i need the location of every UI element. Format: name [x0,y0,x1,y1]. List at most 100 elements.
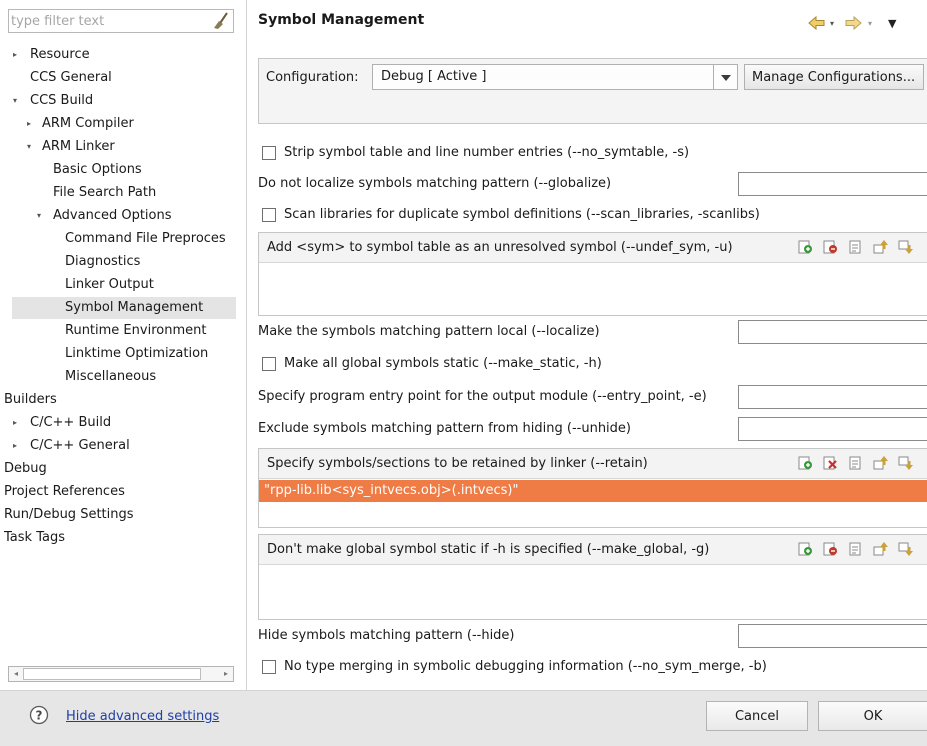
collapse-arrow-icon[interactable]: ▾ [10,90,20,112]
tree-item-linker-output[interactable]: Linker Output [0,274,236,296]
tree-item-label: C/C++ Build [30,415,112,430]
move-down-icon[interactable] [897,541,913,557]
back-arrow-icon[interactable] [808,15,826,33]
tree-item-basic-options[interactable]: Basic Options [0,159,236,181]
add-icon[interactable] [797,541,813,557]
delete-icon[interactable] [822,455,838,471]
tree-item-label: File Search Path [53,185,157,200]
tree-item-run-debug-settings[interactable]: Run/Debug Settings [0,504,236,526]
forward-arrow-icon[interactable] [844,15,862,33]
collapse-arrow-icon[interactable]: ▾ [24,136,34,158]
scroll-left-icon[interactable]: ◂ [9,668,23,680]
tree-item-runtime-environment[interactable]: Runtime Environment [0,320,236,342]
configuration-select[interactable]: Debug [ Active ] [372,64,738,90]
localize-input[interactable] [739,321,927,343]
tree-item-label: Run/Debug Settings [4,507,134,522]
tree-item-task-tags[interactable]: Task Tags [0,527,236,549]
retain-list: Specify symbols/sections to be retained … [258,448,927,528]
move-up-icon[interactable] [872,541,888,557]
back-history-dropdown-icon[interactable]: ▾ [830,15,834,33]
cancel-button[interactable]: Cancel [706,701,808,731]
delete-icon[interactable] [822,239,838,255]
tree-item-debug[interactable]: Debug [0,458,236,480]
unhide-input[interactable] [739,418,927,440]
move-down-icon[interactable] [897,239,913,255]
tree-item-arm-linker[interactable]: ▾ ARM Linker [0,136,236,158]
move-up-icon[interactable] [872,455,888,471]
expand-arrow-icon[interactable]: ▸ [10,44,20,66]
add-icon[interactable] [797,239,813,255]
no-sym-merge-checkbox[interactable] [262,660,276,674]
hide-label: Hide symbols matching pattern (--hide) [258,628,515,643]
tree-item-linktime-optimization[interactable]: Linktime Optimization [0,343,236,365]
tree-item-label: Builders [4,392,57,407]
expand-arrow-icon[interactable]: ▸ [10,412,20,434]
no-sym-merge-label: No type merging in symbolic debugging in… [284,659,767,674]
tree-item-label: Basic Options [53,162,142,177]
tree-item-miscellaneous[interactable]: Miscellaneous [0,366,236,388]
unhide-field[interactable] [738,417,927,441]
tree-item-file-search-path[interactable]: File Search Path [0,182,236,204]
tree-item-label: Project References [4,484,125,499]
edit-icon[interactable] [847,239,863,255]
page-title: Symbol Management [258,12,425,28]
view-menu-icon[interactable]: ▼ [888,15,896,33]
tree-item-label: Advanced Options [53,208,172,223]
dropdown-arrow-icon[interactable] [713,65,737,89]
tree-horizontal-scrollbar[interactable]: ◂ ▸ [8,666,234,682]
make-global-list: Don't make global symbol static if -h is… [258,534,927,620]
tree-item-command-file-preprocessing[interactable]: Command File Preproces [0,228,236,250]
tree-item-label: Linker Output [65,277,154,292]
add-icon[interactable] [797,455,813,471]
tree-item-cpp-build[interactable]: ▸ C/C++ Build [0,412,236,434]
edit-icon[interactable] [847,455,863,471]
no-symtable-checkbox[interactable] [262,146,276,160]
globalize-field[interactable] [738,172,927,196]
hide-advanced-settings-link[interactable]: Hide advanced settings [66,707,219,727]
undef-sym-list: Add <sym> to symbol table as an unresolv… [258,232,927,316]
help-icon[interactable]: ? [29,705,49,725]
move-down-icon[interactable] [897,455,913,471]
filter-field[interactable] [8,9,234,33]
move-up-icon[interactable] [872,239,888,255]
tree-item-label: Linktime Optimization [65,346,209,361]
edit-icon[interactable] [847,541,863,557]
make-static-checkbox[interactable] [262,357,276,371]
scroll-right-icon[interactable]: ▸ [219,668,233,680]
undef-sym-list-title: Add <sym> to symbol table as an unresolv… [267,240,733,255]
list-item[interactable]: "rpp-lib.lib<sys_intvecs.obj>(.intvecs)" [259,480,927,502]
entry-point-field[interactable] [738,385,927,409]
tree-item-symbol-management[interactable]: Symbol Management [12,297,236,319]
manage-configurations-button[interactable]: Manage Configurations... [744,64,924,90]
tree-item-label: Debug [4,461,47,476]
tree-item-builders[interactable]: Builders [0,389,236,411]
hide-field[interactable] [738,624,927,648]
tree-item-label: Task Tags [4,530,65,545]
localize-field[interactable] [738,320,927,344]
tree-item-label: CCS Build [30,93,94,108]
entry-point-input[interactable] [739,386,927,408]
globalize-input[interactable] [739,173,927,195]
tree-item-ccs-build[interactable]: ▾ CCS Build [0,90,236,112]
expand-arrow-icon[interactable]: ▸ [10,435,20,457]
tree-item-cpp-general[interactable]: ▸ C/C++ General [0,435,236,457]
undef-sym-list-header: Add <sym> to symbol table as an unresolv… [259,233,927,263]
filter-input[interactable] [11,12,206,30]
scan-libraries-checkbox[interactable] [262,208,276,222]
tree-item-advanced-options[interactable]: ▾ Advanced Options [0,205,236,227]
tree-item-arm-compiler[interactable]: ▸ ARM Compiler [0,113,236,135]
expand-arrow-icon[interactable]: ▸ [24,113,34,135]
broom-clear-icon[interactable] [210,11,230,31]
collapse-arrow-icon[interactable]: ▾ [34,205,44,227]
make-static-label: Make all global symbols static (--make_s… [284,356,602,371]
panel-divider[interactable] [246,0,247,690]
forward-history-dropdown-icon[interactable]: ▾ [868,15,872,33]
tree-item-ccs-general[interactable]: CCS General [0,67,236,89]
tree-item-project-references[interactable]: Project References [0,481,236,503]
delete-icon[interactable] [822,541,838,557]
tree-item-resource[interactable]: ▸ Resource [0,44,236,66]
hide-input[interactable] [739,625,927,647]
scrollbar-thumb[interactable] [23,668,201,680]
ok-button[interactable]: OK [818,701,927,731]
tree-item-diagnostics[interactable]: Diagnostics [0,251,236,273]
